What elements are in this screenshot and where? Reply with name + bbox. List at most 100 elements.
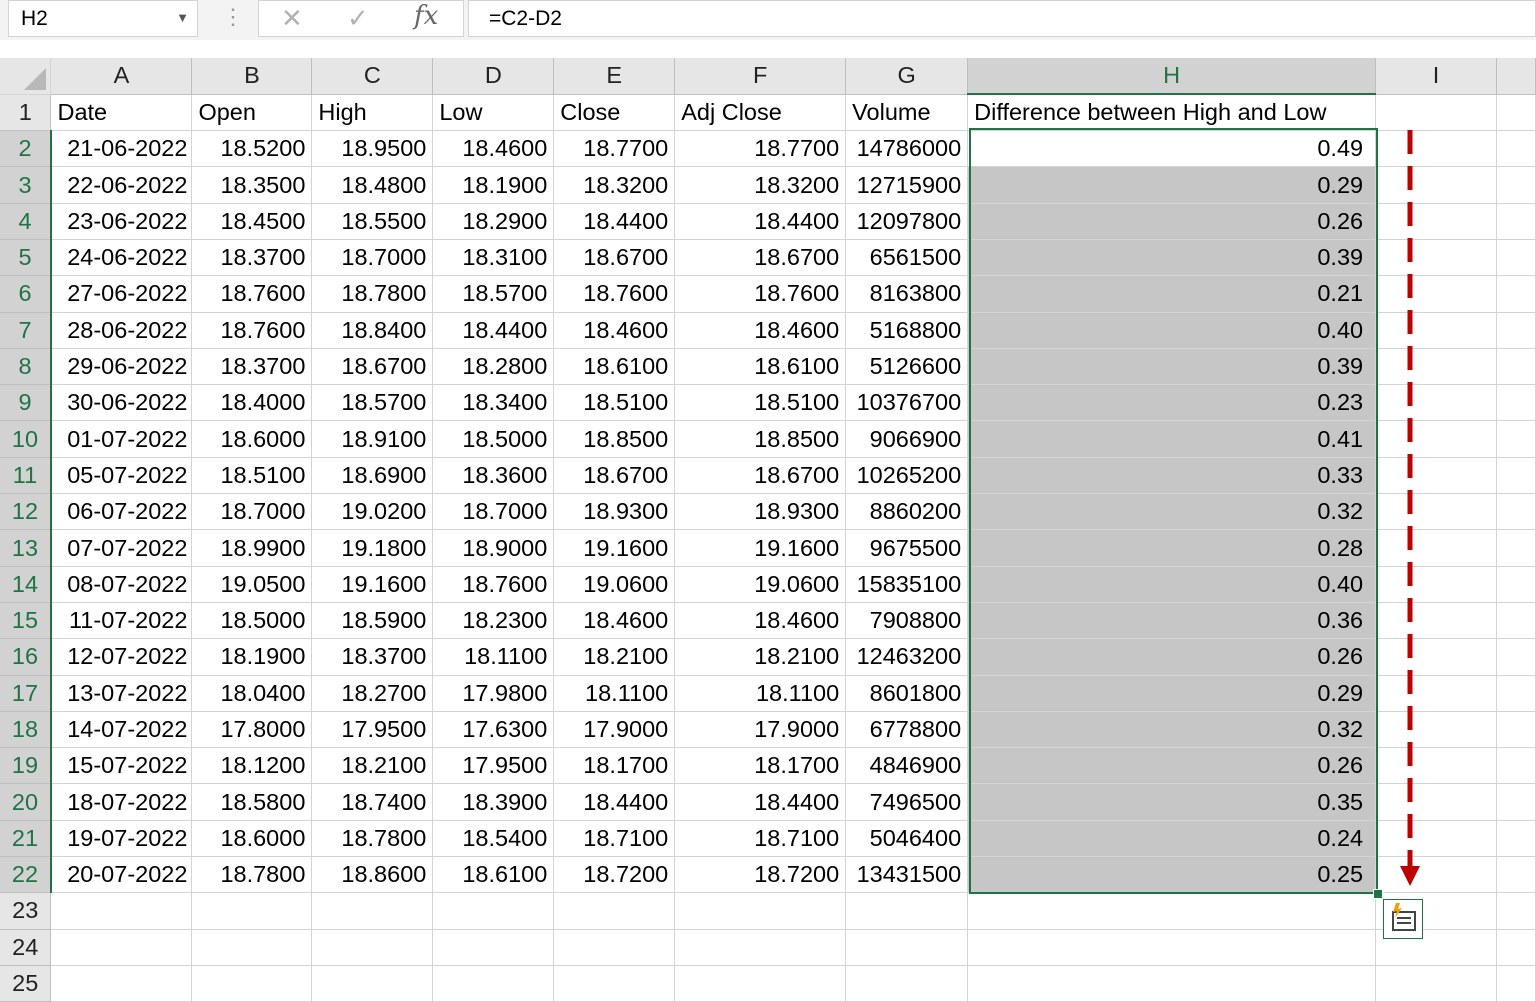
close-cell[interactable]: 18.4400 (553, 203, 676, 240)
close-cell[interactable]: 18.2100 (553, 638, 676, 676)
volume-cell[interactable]: 5126600 (845, 348, 969, 386)
column-header-j[interactable] (1496, 58, 1536, 95)
high-cell[interactable]: 18.7800 (311, 820, 434, 858)
cell[interactable] (311, 965, 434, 1002)
header-cell[interactable]: Volume (845, 94, 969, 132)
cell[interactable] (1496, 638, 1536, 676)
cell[interactable] (967, 929, 1377, 966)
row-header[interactable]: 3 (0, 166, 52, 204)
date-cell[interactable]: 11-07-2022 (50, 602, 193, 640)
high-cell[interactable]: 18.7000 (311, 239, 434, 277)
volume-cell[interactable]: 10265200 (845, 457, 969, 495)
close-cell[interactable]: 18.6100 (553, 348, 676, 386)
adj-close-cell[interactable]: 18.6100 (674, 348, 847, 386)
row-header[interactable]: 12 (0, 493, 52, 531)
cell[interactable] (1375, 675, 1497, 712)
volume-cell[interactable]: 8163800 (845, 275, 969, 313)
cell[interactable] (845, 892, 969, 930)
cell[interactable] (1496, 747, 1536, 785)
cell[interactable] (553, 892, 676, 930)
cell[interactable] (1375, 711, 1497, 749)
close-cell[interactable]: 18.8500 (553, 420, 676, 458)
row-header[interactable]: 1 (0, 94, 52, 132)
quick-analysis-icon[interactable] (1383, 899, 1423, 939)
cell[interactable] (1496, 457, 1536, 495)
open-cell[interactable]: 18.1900 (191, 638, 313, 676)
adj-close-cell[interactable]: 18.4600 (674, 602, 847, 640)
open-cell[interactable]: 18.7000 (191, 493, 313, 531)
cell[interactable] (1375, 638, 1497, 676)
close-cell[interactable]: 18.4400 (553, 783, 676, 821)
adj-close-cell[interactable]: 18.7200 (674, 856, 847, 894)
open-cell[interactable]: 18.9900 (191, 529, 313, 567)
volume-cell[interactable]: 15835100 (845, 566, 969, 603)
date-cell[interactable]: 21-06-2022 (50, 130, 193, 168)
low-cell[interactable]: 18.2900 (432, 203, 555, 240)
high-cell[interactable]: 19.0200 (311, 493, 434, 531)
close-cell[interactable]: 18.6700 (553, 457, 676, 495)
row-header[interactable]: 13 (0, 529, 52, 567)
row-header[interactable]: 25 (0, 965, 52, 1002)
name-box[interactable]: H2 ▼ (8, 0, 198, 37)
low-cell[interactable]: 18.4400 (432, 312, 555, 349)
date-cell[interactable]: 28-06-2022 (50, 312, 193, 349)
date-cell[interactable]: 27-06-2022 (50, 275, 193, 313)
close-cell[interactable]: 18.1100 (553, 675, 676, 712)
close-cell[interactable]: 19.1600 (553, 529, 676, 567)
volume-cell[interactable]: 7496500 (845, 783, 969, 821)
row-header[interactable]: 6 (0, 275, 52, 313)
cell[interactable] (1496, 384, 1536, 422)
difference-cell[interactable]: 0.32 (967, 493, 1377, 531)
cell[interactable] (553, 965, 676, 1002)
close-cell[interactable]: 18.5100 (553, 384, 676, 422)
close-cell[interactable]: 18.4600 (553, 602, 676, 640)
column-header-i[interactable]: I (1375, 58, 1497, 95)
row-header[interactable]: 2 (0, 130, 52, 168)
open-cell[interactable]: 19.0500 (191, 566, 313, 603)
cell[interactable] (191, 965, 313, 1002)
adj-close-cell[interactable]: 18.9300 (674, 493, 847, 531)
header-cell[interactable]: Difference between High and Low (967, 94, 1377, 132)
close-cell[interactable]: 18.7700 (553, 130, 676, 168)
cell[interactable] (1375, 856, 1497, 894)
date-cell[interactable]: 30-06-2022 (50, 384, 193, 422)
volume-cell[interactable]: 8601800 (845, 675, 969, 712)
close-cell[interactable]: 18.7200 (553, 856, 676, 894)
difference-cell[interactable]: 0.21 (967, 275, 1377, 313)
high-cell[interactable]: 19.1800 (311, 529, 434, 567)
open-cell[interactable]: 18.7600 (191, 275, 313, 313)
open-cell[interactable]: 18.3700 (191, 348, 313, 386)
column-header-c[interactable]: C (311, 58, 434, 95)
difference-cell[interactable]: 0.29 (967, 166, 1377, 204)
cell[interactable] (1496, 965, 1536, 1002)
cell[interactable] (1496, 566, 1536, 603)
cell[interactable] (1496, 239, 1536, 277)
adj-close-cell[interactable]: 19.0600 (674, 566, 847, 603)
cell[interactable] (432, 965, 555, 1002)
high-cell[interactable]: 18.9500 (311, 130, 434, 168)
high-cell[interactable]: 18.7400 (311, 783, 434, 821)
high-cell[interactable]: 18.8400 (311, 312, 434, 349)
cell[interactable] (845, 929, 969, 966)
cell[interactable] (967, 892, 1377, 930)
date-cell[interactable]: 22-06-2022 (50, 166, 193, 204)
cell[interactable] (1496, 348, 1536, 386)
adj-close-cell[interactable]: 18.8500 (674, 420, 847, 458)
column-header-e[interactable]: E (553, 58, 676, 95)
cell[interactable] (1496, 602, 1536, 640)
column-header-f[interactable]: F (674, 58, 847, 95)
cell[interactable] (1375, 783, 1497, 821)
cell[interactable] (1496, 493, 1536, 531)
cell[interactable] (1496, 312, 1536, 349)
open-cell[interactable]: 18.4000 (191, 384, 313, 422)
date-cell[interactable]: 13-07-2022 (50, 675, 193, 712)
difference-cell[interactable]: 0.33 (967, 457, 1377, 495)
open-cell[interactable]: 18.7600 (191, 312, 313, 349)
cell[interactable] (311, 929, 434, 966)
cell[interactable] (1496, 94, 1536, 132)
cell[interactable] (50, 929, 193, 966)
difference-cell[interactable]: 0.36 (967, 602, 1377, 640)
enter-icon[interactable]: ✓ (347, 3, 369, 34)
header-cell[interactable]: Adj Close (674, 94, 847, 132)
volume-cell[interactable]: 7908800 (845, 602, 969, 640)
